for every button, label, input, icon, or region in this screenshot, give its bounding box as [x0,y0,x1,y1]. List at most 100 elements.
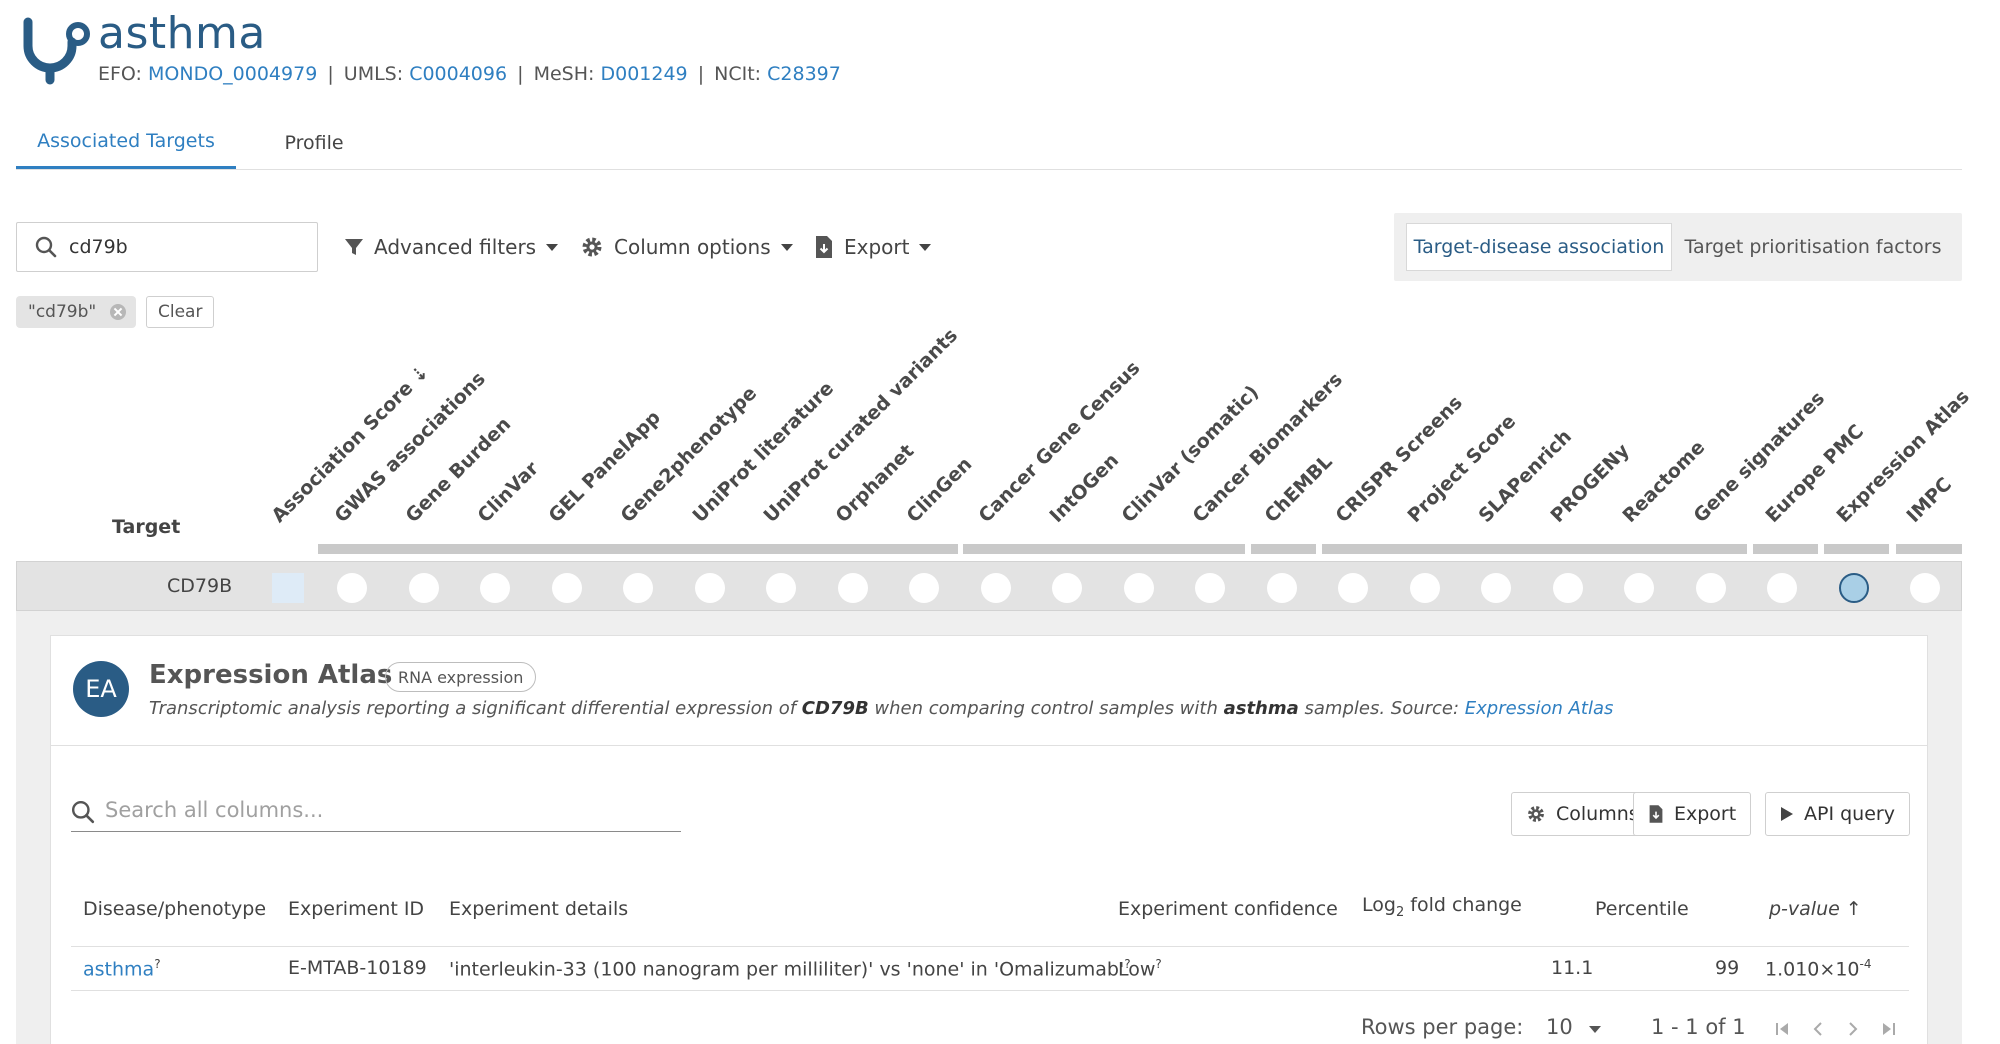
sort-ascending-icon: ↑ [1845,898,1862,920]
group-bar-somatic-mutations [963,544,1245,554]
association-score-cell[interactable] [272,573,304,603]
gear-icon [1528,806,1544,822]
expression-atlas-card: EA Expression Atlas RNA expression Trans… [50,635,1928,1044]
column-header[interactable]: ClinGen [902,453,976,527]
column-header[interactable]: UniProt literature [688,377,838,527]
column-header[interactable]: IntOGen [1045,449,1123,527]
id-link-umls[interactable]: C0004096 [409,63,507,85]
tab-profile[interactable]: Profile [256,116,372,169]
datatype-cell[interactable] [1481,573,1511,603]
view-target-disease-association[interactable]: Target-disease association [1406,223,1672,271]
expression-atlas-cell[interactable] [1839,573,1869,603]
column-header-confidence[interactable]: Experiment confidence [1118,898,1338,920]
clear-filters-button[interactable]: Clear [146,296,215,328]
chevron-down-icon [919,243,932,251]
datatype-cell[interactable] [1696,573,1726,603]
table-row[interactable]: CD79B [16,561,1962,611]
group-bar-genetic-association [318,544,958,554]
datatype-cell[interactable] [1124,573,1154,603]
tab-associated-targets[interactable]: Associated Targets [16,116,236,169]
column-header[interactable]: ClinVar [473,457,543,527]
datatype-cell[interactable] [909,573,939,603]
column-header-experiment-details[interactable]: Experiment details [449,898,628,920]
columns-button-label: Columns [1556,803,1639,825]
column-header[interactable]: IMPC [1902,473,1956,527]
datatype-tag: RNA expression [385,662,537,692]
id-label-umls: UMLS: [343,63,404,85]
datatype-cell[interactable] [1267,573,1297,603]
column-header[interactable]: ChEMBL [1260,451,1336,527]
datatype-cell[interactable] [1767,573,1797,603]
datatype-cell[interactable] [766,573,796,603]
datatype-cell[interactable] [337,573,367,603]
file-download-icon [816,236,832,258]
id-link-efo[interactable]: MONDO_0004979 [148,63,317,85]
column-header[interactable]: Gene signatures [1689,387,1829,527]
column-header[interactable]: Gene2phenotype [616,382,761,527]
close-icon[interactable] [110,304,127,320]
column-header-percentile[interactable]: Percentile [1595,898,1689,920]
sort-descending-icon: ⇣ [406,361,434,388]
datatype-cell[interactable] [1624,573,1654,603]
datatype-cell[interactable] [480,573,510,603]
previous-page-icon[interactable] [1809,1020,1827,1038]
rows-per-page-select[interactable]: 10 [1546,1015,1573,1039]
datatype-cell[interactable] [1410,573,1440,603]
cell-disease[interactable]: asthma? [83,957,161,980]
datatype-cell[interactable] [1338,573,1368,603]
cell-experiment-id[interactable]: E-MTAB-10189 [288,957,427,979]
target-search-input[interactable]: cd79b [16,222,318,272]
view-target-prioritisation[interactable]: Target prioritisation factors [1678,223,1948,271]
id-separator: | [517,63,524,85]
datatype-cell[interactable] [1553,573,1583,603]
export-button[interactable]: Export [814,230,932,264]
page-tabs: Associated Targets Profile [16,116,1962,170]
next-page-icon[interactable] [1844,1020,1862,1038]
chip-label: "cd79b" [28,302,97,322]
column-options-label: Column options [614,235,771,259]
column-header-log-fold-change[interactable]: Log2 fold change [1362,894,1522,920]
chevron-down-icon [546,243,559,251]
datatype-cell[interactable] [1910,573,1940,603]
first-page-icon[interactable] [1774,1020,1792,1038]
target-name[interactable]: CD79B [167,575,232,597]
chevron-down-icon[interactable] [1589,1026,1601,1033]
page-title: asthma [98,8,266,59]
datatype-cell[interactable] [623,573,653,603]
api-query-button[interactable]: API query [1765,792,1910,836]
datatype-cell[interactable] [981,573,1011,603]
id-separator: | [697,63,705,85]
page-header: asthma EFO: MONDO_0004979 | UMLS: C00040… [16,8,916,88]
pagination-range: 1 - 1 of 1 [1651,1015,1746,1039]
column-header[interactable]: CRISPR Screens [1331,392,1466,527]
advanced-filters-button[interactable]: Advanced filters [344,230,559,264]
cell-confidence: Low? [1118,957,1162,981]
table-search-input[interactable]: Search all columns... [71,792,681,832]
column-header-experiment-id[interactable]: Experiment ID [288,898,424,920]
column-header-pvalue[interactable]: p-value ↑ [1769,898,1862,920]
api-query-label: API query [1804,803,1895,825]
id-link-mesh[interactable]: D001249 [600,63,687,85]
datatype-cell[interactable] [695,573,725,603]
group-bar-animal-models [1896,544,1962,554]
cell-log-fold-change: 11.1 [1551,957,1594,979]
id-separator: | [327,63,334,85]
group-bar-rna-expression [1824,544,1889,554]
id-link-ncit[interactable]: C28397 [767,63,841,85]
group-bar-known-drugs [1251,544,1316,554]
chevron-down-icon [780,243,793,251]
column-header[interactable]: ClinVar (somatic) [1117,381,1263,527]
column-header[interactable]: Expression Atlas [1832,386,1973,527]
view-toggle: Target-disease association Target priori… [1394,213,1962,281]
datatype-cell[interactable] [409,573,439,603]
datatype-cell[interactable] [1195,573,1225,603]
table-export-button[interactable]: Export [1633,792,1752,836]
last-page-icon[interactable] [1879,1020,1897,1038]
datatype-cell[interactable] [1052,573,1082,603]
group-bar-literature [1753,544,1818,554]
source-link[interactable]: Expression Atlas [1465,698,1614,719]
column-header-disease[interactable]: Disease/phenotype [83,898,266,920]
datatype-cell[interactable] [838,573,868,603]
datatype-cell[interactable] [552,573,582,603]
column-options-button[interactable]: Column options [580,230,793,264]
